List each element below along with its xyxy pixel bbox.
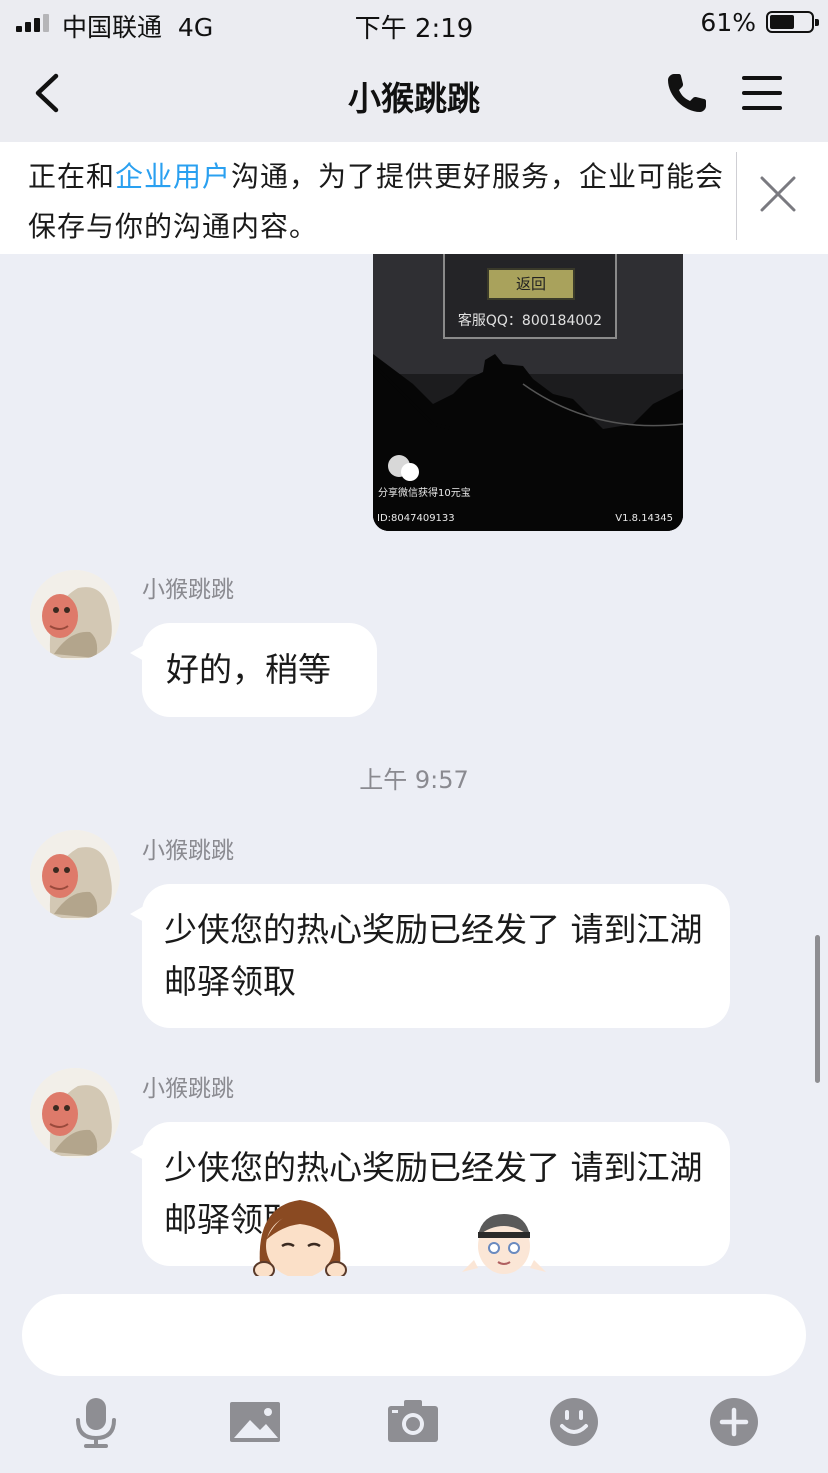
share-wechat-label: 分享微信获得10元宝 bbox=[378, 488, 471, 499]
message-text: 好的，稍等 bbox=[166, 650, 331, 689]
nav-bar: 小猴跳跳 bbox=[0, 46, 828, 142]
message-bubble[interactable]: 少侠您的热心奖励已经发了 请到江湖邮驿领取 bbox=[130, 1122, 730, 1266]
image-icon[interactable] bbox=[228, 1394, 284, 1450]
message-text: 少侠您的热心奖励已经发了 请到江湖邮驿领取 bbox=[164, 1148, 703, 1239]
timestamp: 上午 9:57 bbox=[359, 766, 469, 794]
message-text: 少侠您的热心奖励已经发了 请到江湖邮驿领取 bbox=[164, 910, 703, 1001]
monkey-avatar-icon bbox=[30, 570, 120, 660]
sender-name: 小猴跳跳 bbox=[142, 838, 234, 864]
message-bubble[interactable]: 少侠您的热心奖励已经发了 请到江湖邮驿领取 bbox=[130, 884, 730, 1028]
sender-name: 小猴跳跳 bbox=[142, 577, 234, 603]
game-screenshot-image[interactable]: 返回 客服QQ：800184002 分享微信获得10元宝 ID:80474091… bbox=[373, 254, 683, 531]
hamburger-menu-icon[interactable] bbox=[742, 76, 786, 112]
support-qq-label: 客服QQ：800184002 bbox=[457, 313, 603, 329]
emoji-icon[interactable] bbox=[546, 1394, 602, 1450]
battery-percent: 61% bbox=[700, 8, 756, 37]
avatar[interactable] bbox=[30, 570, 120, 660]
camera-icon[interactable] bbox=[386, 1394, 442, 1450]
boy-sticker-icon bbox=[462, 1214, 546, 1274]
enterprise-user-link[interactable]: 企业用户 bbox=[115, 160, 231, 193]
microphone-icon[interactable] bbox=[68, 1394, 124, 1450]
monkey-avatar-icon bbox=[30, 1068, 120, 1158]
close-icon[interactable] bbox=[756, 172, 800, 216]
user-id-label: ID:8047409133 bbox=[377, 513, 455, 524]
notice-text: 正在和企业用户沟通，为了提供更好服务，企业可能会保存与你的沟通内容。 bbox=[28, 160, 725, 243]
notice-divider bbox=[736, 152, 737, 240]
status-bar: 中国联通 4G 下午 2:19 61% bbox=[0, 0, 828, 46]
return-button[interactable]: 返回 bbox=[487, 268, 575, 300]
battery-icon bbox=[766, 11, 819, 33]
sender-name: 小猴跳跳 bbox=[142, 1076, 234, 1102]
avatar[interactable] bbox=[30, 830, 120, 920]
avatar[interactable] bbox=[30, 1068, 120, 1158]
plus-icon[interactable] bbox=[706, 1394, 762, 1450]
message-bubble[interactable]: 好的，稍等 bbox=[130, 623, 377, 717]
input-area bbox=[0, 1276, 828, 1473]
monkey-avatar-icon bbox=[30, 830, 120, 920]
phone-icon[interactable] bbox=[664, 70, 710, 116]
version-label: V1.8.14345 bbox=[615, 513, 673, 524]
dialog-box: 返回 客服QQ：800184002 bbox=[443, 254, 617, 339]
message-input[interactable] bbox=[22, 1294, 806, 1376]
enterprise-notice-banner: 正在和企业用户沟通，为了提供更好服务，企业可能会保存与你的沟通内容。 bbox=[0, 142, 828, 254]
girl-sticker-icon bbox=[253, 1200, 347, 1278]
scrollbar[interactable] bbox=[815, 935, 820, 1083]
